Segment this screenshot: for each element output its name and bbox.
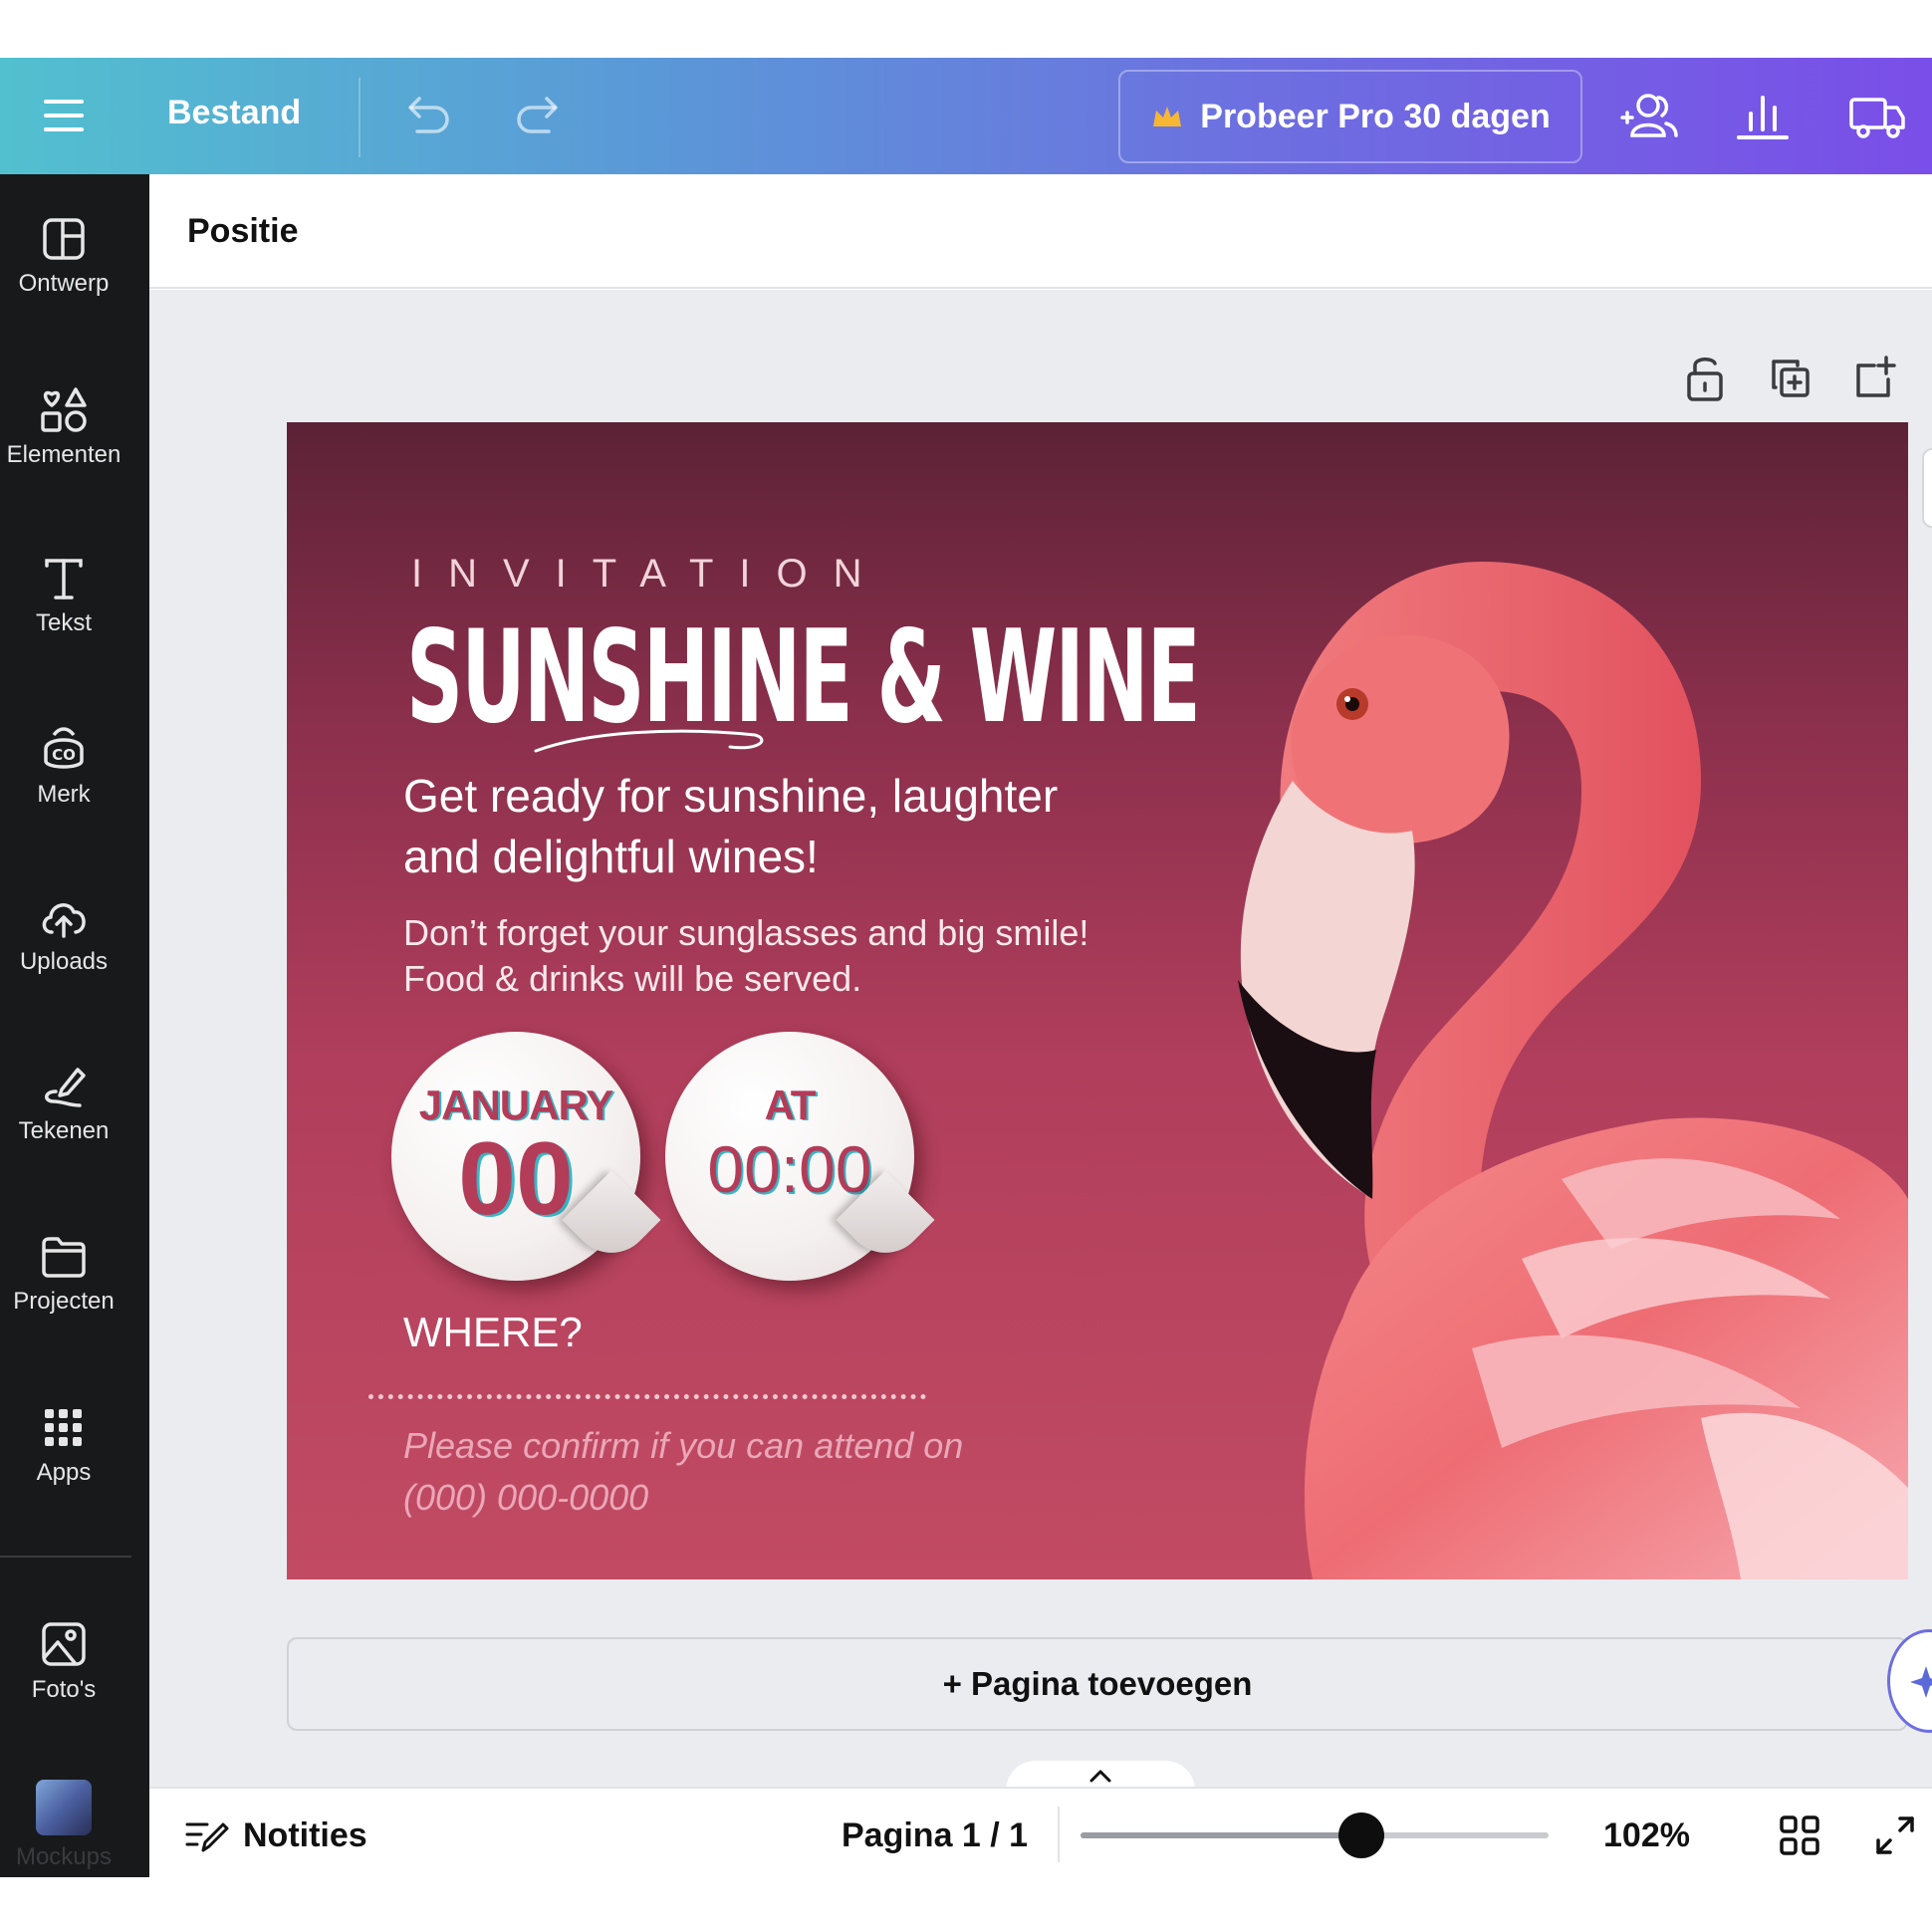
draw-icon <box>45 1068 86 1107</box>
date-month: JANUARY <box>418 1082 613 1128</box>
notes-label: Notities <box>243 1816 367 1854</box>
layout-icon <box>43 218 85 260</box>
sidebar-item-label: Ontwerp <box>18 270 110 297</box>
share-people-icon[interactable] <box>1618 90 1682 143</box>
sidebar-item-tekst[interactable]: Tekst <box>0 556 127 637</box>
panel-title: Positie <box>187 212 299 250</box>
duplicate-page-icon[interactable] <box>1768 354 1811 403</box>
sidebar-item-apps[interactable]: Apps <box>0 1405 127 1487</box>
sidebar-item-fotos[interactable]: Foto's <box>0 1620 127 1704</box>
sub-text: Don’t forget your sunglasses and big smi… <box>403 910 1200 1002</box>
title-underline-swash <box>534 729 764 753</box>
rsvp-line: Please confirm if you can attend on <box>403 1425 964 1466</box>
canva-editor: Bestand Probeer Pro 30 dagen Ontwerp Ele… <box>0 0 1932 1932</box>
menu-icon[interactable] <box>40 96 88 135</box>
left-sidebar: Ontwerp Elementen Tekst CO Merk Uploads … <box>0 174 149 1877</box>
sidebar-item-label: Merk <box>37 781 91 808</box>
cloud-upload-icon <box>42 903 86 938</box>
sidebar-item-ontwerp[interactable]: Ontwerp <box>0 216 127 298</box>
page-indicator[interactable]: Pagina 1 / 1 <box>842 1816 1028 1855</box>
zoom-slider-fill <box>1081 1832 1361 1838</box>
canvas-side-handle[interactable] <box>1922 448 1932 528</box>
design-page[interactable]: INVITATION SUNSHINE & WINE Get ready for… <box>287 422 1908 1579</box>
bottom-bar: Notities Pagina 1 / 1 102% <box>149 1787 1932 1877</box>
notes-icon <box>185 1822 229 1851</box>
flamingo-image <box>1238 562 1908 1579</box>
try-pro-label: Probeer Pro 30 dagen <box>1200 97 1551 135</box>
toolbar-divider <box>359 78 361 157</box>
sub-line: Food & drinks will be served. <box>403 958 862 999</box>
time-sticker: AT 00:00 <box>665 1032 914 1281</box>
zoom-slider-track[interactable] <box>1081 1832 1549 1838</box>
sub-line: Don’t forget your sunglasses and big smi… <box>403 912 1089 953</box>
chevron-up-icon <box>1089 1770 1111 1783</box>
bottom-divider <box>1058 1807 1060 1862</box>
sidebar-item-label: Foto's <box>31 1676 97 1703</box>
top-toolbar: Bestand Probeer Pro 30 dagen <box>0 58 1932 174</box>
brand-icon: CO <box>44 727 84 769</box>
event-title: SUNSHINE & WINE <box>406 604 1201 752</box>
date-sticker: JANUARY 00 <box>391 1032 640 1281</box>
text-icon <box>45 559 83 600</box>
svg-text:CO: CO <box>52 746 76 764</box>
lead-line: and delightful wines! <box>403 831 819 882</box>
grid-view-icon[interactable] <box>1779 1814 1820 1856</box>
folder-icon <box>42 1237 86 1278</box>
zoom-level[interactable]: 102% <box>1603 1816 1690 1855</box>
image-icon <box>42 1622 86 1666</box>
position-panel-header: Positie <box>149 174 1932 289</box>
sidebar-item-label: Mockups <box>15 1843 113 1870</box>
sidebar-item-uploads[interactable]: Uploads <box>0 894 127 976</box>
sidebar-item-elementen[interactable]: Elementen <box>0 385 127 469</box>
time-value: 00:00 <box>707 1132 872 1206</box>
file-menu-button[interactable]: Bestand <box>167 94 301 132</box>
sidebar-item-projecten[interactable]: Projecten <box>0 1234 127 1316</box>
add-page-icon[interactable] <box>1852 354 1896 403</box>
try-pro-button[interactable]: Probeer Pro 30 dagen <box>1118 70 1582 163</box>
redo-icon[interactable] <box>513 94 563 137</box>
sidebar-item-merk[interactable]: CO Merk <box>0 725 127 809</box>
apps-grid-icon <box>45 1409 82 1446</box>
notes-button[interactable]: Notities <box>185 1816 367 1855</box>
sidebar-item-label: Tekst <box>35 609 92 636</box>
rsvp-text: Please confirm if you can attend on (000… <box>403 1420 1100 1524</box>
where-label: WHERE? <box>403 1309 583 1355</box>
sparkle-icon <box>1910 1666 1932 1698</box>
invitation-label: INVITATION <box>411 552 888 596</box>
dotted-divider <box>368 1394 926 1399</box>
sidebar-item-label: Projecten <box>13 1288 115 1315</box>
date-day: 00 <box>458 1121 574 1237</box>
zoom-slider-thumb[interactable] <box>1338 1812 1384 1858</box>
sidebar-item-label: Tekenen <box>18 1117 110 1144</box>
lead-text: Get ready for sunshine, laughter and del… <box>403 766 1200 887</box>
sidebar-item-mockups[interactable]: Mockups <box>0 1780 127 1871</box>
mockups-thumbnail <box>36 1780 92 1835</box>
lead-line: Get ready for sunshine, laughter <box>403 770 1059 822</box>
magic-assistant-button[interactable] <box>1887 1629 1932 1733</box>
time-label: AT <box>764 1082 817 1128</box>
add-page-button[interactable]: + Pagina toevoegen <box>287 1637 1908 1731</box>
sidebar-item-tekenen[interactable]: Tekenen <box>0 1064 127 1145</box>
fullscreen-icon[interactable] <box>1874 1814 1916 1856</box>
rsvp-line: (000) 000-0000 <box>403 1477 649 1518</box>
sidebar-item-label: Apps <box>36 1459 92 1486</box>
sidebar-item-label: Elementen <box>6 441 121 468</box>
sidebar-item-label: Uploads <box>19 948 109 975</box>
print-delivery-icon[interactable] <box>1847 92 1907 141</box>
insights-chart-icon[interactable] <box>1733 90 1793 143</box>
crown-icon <box>1153 107 1182 126</box>
shapes-icon <box>41 387 87 432</box>
sidebar-divider <box>0 1556 131 1558</box>
lock-icon[interactable] <box>1683 354 1727 403</box>
undo-icon[interactable] <box>403 94 453 137</box>
